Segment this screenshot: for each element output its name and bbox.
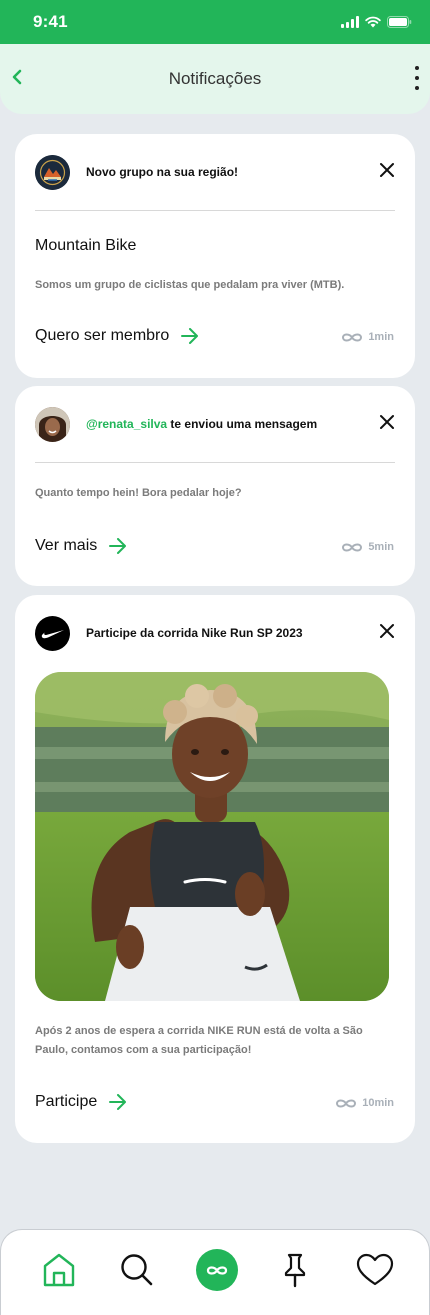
status-bar: 9:41 <box>0 0 430 44</box>
arrow-right-icon <box>109 1094 127 1110</box>
card-header: Participe da corrida Nike Run SP 2023 <box>35 615 395 651</box>
infinity-icon <box>336 1099 357 1107</box>
top-header: Notificações <box>0 44 430 114</box>
nike-swoosh-icon <box>41 630 64 639</box>
close-button[interactable] <box>375 158 399 182</box>
time-label: 5min <box>368 541 394 553</box>
page-title: Notificações <box>168 69 262 88</box>
heart-icon <box>356 1253 394 1286</box>
time-label: 10min <box>362 1097 394 1109</box>
user-handle-link[interactable]: @renata_silva <box>86 417 167 431</box>
time-label: 1min <box>368 331 394 343</box>
bottom-tab-bar <box>0 1229 430 1315</box>
arrow-right-icon <box>109 538 127 554</box>
battery-icon <box>387 16 412 28</box>
tab-favorites[interactable] <box>355 1250 395 1290</box>
close-button[interactable] <box>375 410 399 434</box>
see-more-button[interactable]: Ver mais <box>35 537 127 555</box>
user-avatar <box>35 406 70 442</box>
cta-label: Quero ser membro <box>35 327 170 344</box>
card-header-text: Novo grupo na sua região! <box>86 165 239 179</box>
status-time: 9:41 <box>33 12 68 31</box>
pin-icon <box>284 1253 306 1288</box>
arrow-right-icon <box>181 328 199 344</box>
close-button[interactable] <box>375 619 399 643</box>
brand-avatar <box>35 615 70 651</box>
group-avatar <box>35 154 70 190</box>
participate-button[interactable]: Participe <box>35 1093 127 1111</box>
chevron-left-icon <box>12 69 22 85</box>
close-icon <box>380 415 394 429</box>
divider <box>35 462 395 463</box>
tab-search[interactable] <box>117 1250 157 1290</box>
divider <box>35 210 395 211</box>
dot-icon <box>415 76 419 80</box>
event-photo <box>35 672 389 1001</box>
infinity-icon <box>342 543 363 551</box>
notification-card-message: @renata_silva te enviou uma mensagem Qua… <box>15 386 415 586</box>
tab-feed[interactable] <box>196 1249 238 1291</box>
card-header: Novo grupo na sua região! <box>35 154 395 190</box>
tab-saved[interactable] <box>275 1250 315 1290</box>
status-icons <box>341 16 412 28</box>
infinity-icon <box>206 1265 228 1275</box>
mtb-group-logo-icon <box>35 154 70 190</box>
back-button[interactable] <box>4 62 30 92</box>
timestamp: 1min <box>341 331 394 343</box>
tab-home[interactable] <box>39 1250 79 1290</box>
event-description: Após 2 anos de espera a corrida NIKE RUN… <box>35 1025 363 1056</box>
search-icon <box>121 1254 153 1286</box>
header-message-text: te enviou uma mensagem <box>167 417 318 431</box>
card-header: @renata_silva te enviou uma mensagem <box>35 406 395 442</box>
dot-icon <box>415 86 419 90</box>
more-options-button[interactable] <box>410 66 424 90</box>
close-icon <box>380 163 394 177</box>
notification-card-event: Participe da corrida Nike Run SP 2023 Ap… <box>15 595 415 1143</box>
message-preview: Quanto tempo hein! Bora pedalar hoje? <box>35 487 242 499</box>
card-description: Somos um grupo de ciclistas que pedalam … <box>35 279 345 291</box>
cta-label: Ver mais <box>35 537 98 554</box>
timestamp: 5min <box>341 541 394 553</box>
close-icon <box>380 624 394 638</box>
home-icon <box>43 1253 75 1287</box>
infinity-icon <box>342 333 363 341</box>
notification-card-group: Novo grupo na sua região! Mountain Bike … <box>15 134 415 378</box>
signal-icon <box>341 16 359 28</box>
card-header-text: Participe da corrida Nike Run SP 2023 <box>86 626 303 640</box>
cta-label: Participe <box>35 1093 98 1110</box>
group-name: Mountain Bike <box>35 237 137 254</box>
user-photo-icon <box>35 406 70 442</box>
join-group-button[interactable]: Quero ser membro <box>35 327 199 345</box>
dot-icon <box>415 66 419 70</box>
timestamp: 10min <box>335 1097 394 1109</box>
wifi-icon <box>365 16 381 28</box>
card-header-text: @renata_silva te enviou uma mensagem <box>86 417 317 431</box>
